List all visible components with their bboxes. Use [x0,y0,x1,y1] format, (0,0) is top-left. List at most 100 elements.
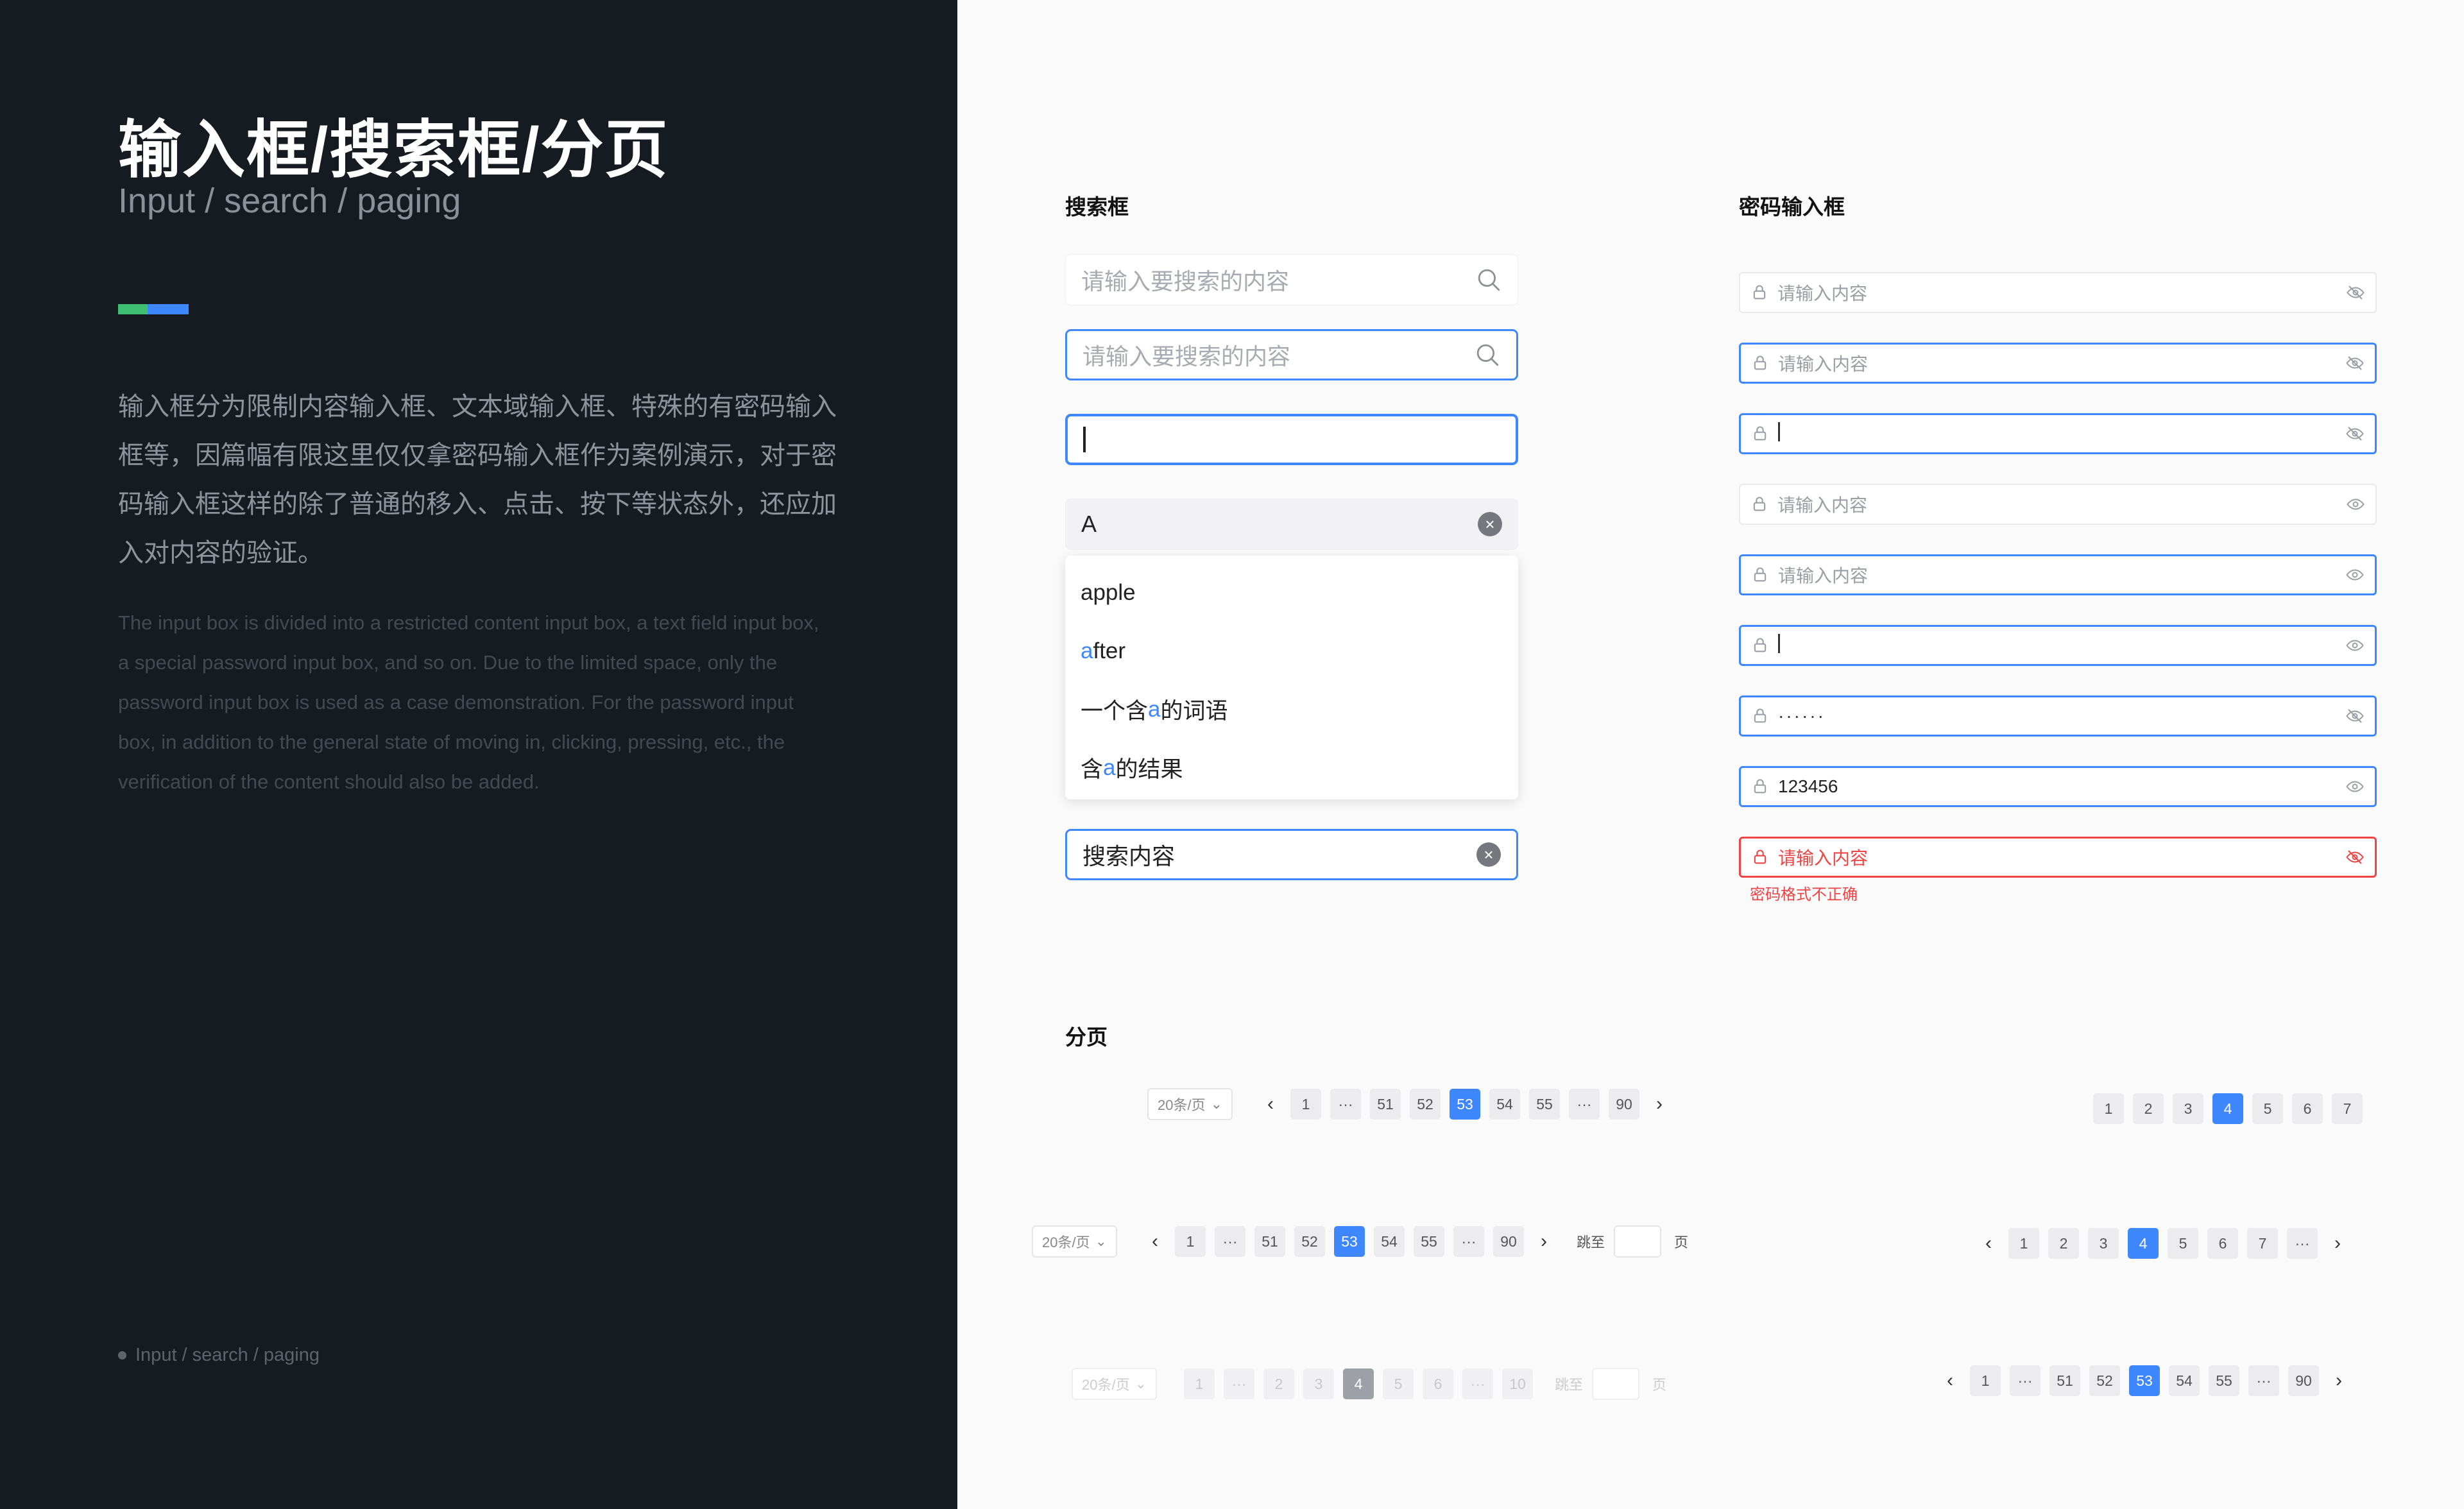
password-placeholder: 请输入内容 [1778,354,1869,374]
page-item[interactable]: 3 [2173,1093,2203,1124]
page-item[interactable]: 4 [1343,1368,1374,1399]
eye-off-icon[interactable] [2345,424,2365,443]
password-input-idle-visible[interactable]: 请输入内容 [1739,484,2377,525]
prev-page-button[interactable]: ‹ [1939,1365,1961,1396]
eye-off-icon[interactable] [2345,706,2365,726]
search-input-typing[interactable]: A × [1065,499,1518,550]
clear-icon[interactable]: × [1476,842,1501,867]
page-item[interactable]: 1 [1184,1368,1215,1399]
page-size-select[interactable]: 20条/页 ⌄ [1147,1088,1233,1120]
password-input-hover-visible[interactable]: 请输入内容 [1739,554,2377,595]
page-item[interactable]: 90 [1609,1089,1640,1120]
page-item[interactable]: 1 [2008,1228,2039,1259]
suggestion-item[interactable]: 含 a 的结果 [1065,738,1518,797]
next-page-button[interactable]: › [1533,1226,1555,1257]
pagination-simple: 1234567 [2093,1093,2363,1124]
chevron-down-icon: ⌄ [1095,1233,1108,1249]
page-ellipsis[interactable]: ··· [1224,1368,1255,1399]
lock-icon [1754,426,1767,441]
page-item[interactable]: 4 [2212,1093,2243,1124]
password-input-masked[interactable]: ······ [1739,695,2377,737]
page-ellipsis[interactable]: ··· [2010,1365,2041,1396]
page-item[interactable]: 6 [1423,1368,1454,1399]
page-item[interactable]: 10 [1502,1368,1534,1399]
page-ellipsis[interactable]: ··· [1330,1089,1362,1120]
page-item[interactable]: 54 [2169,1365,2200,1396]
page-item[interactable]: 53 [1450,1089,1481,1120]
eye-icon[interactable] [2346,495,2365,514]
next-page-button[interactable]: › [1648,1089,1670,1120]
page-item[interactable]: 3 [2088,1228,2119,1259]
search-input-filled[interactable]: 搜索内容 × [1065,829,1518,880]
jump-page-input[interactable] [1592,1368,1640,1400]
eye-icon[interactable] [2345,565,2365,584]
page-item[interactable]: 5 [2252,1093,2283,1124]
clear-icon[interactable]: × [1478,512,1502,536]
page-item[interactable]: 52 [2089,1365,2120,1396]
page-item[interactable]: 2 [2048,1228,2079,1259]
page-item[interactable]: 6 [2207,1228,2238,1259]
page-item[interactable]: 5 [1383,1368,1414,1399]
page-item[interactable]: 7 [2247,1228,2278,1259]
page-item[interactable]: 54 [1374,1226,1405,1257]
prev-page-button[interactable]: ‹ [1260,1089,1281,1120]
password-input-error[interactable]: 请输入内容 [1739,837,2377,878]
page-item[interactable]: 53 [2129,1365,2160,1396]
page-size-select[interactable]: 20条/页 ⌄ [1032,1225,1118,1258]
page-item[interactable]: 55 [2209,1365,2239,1396]
page-ellipsis[interactable]: ··· [1453,1226,1485,1257]
page-ellipsis[interactable]: ··· [2248,1365,2279,1396]
search-input-focused[interactable] [1065,414,1518,465]
page-item[interactable]: 51 [1254,1226,1286,1257]
eye-off-icon[interactable] [2345,848,2365,867]
next-page-button[interactable]: › [2327,1228,2348,1259]
suggestion-item[interactable]: a fter [1065,622,1518,680]
page-item[interactable]: 1 [1175,1226,1206,1257]
page-size-select[interactable]: 20条/页 ⌄ [1072,1368,1158,1400]
password-input-revealed[interactable]: 123456 [1739,766,2377,807]
page-item[interactable]: 7 [2332,1093,2363,1124]
next-page-button[interactable]: › [2328,1365,2350,1396]
jump-page-input[interactable] [1614,1225,1662,1258]
password-input-hover[interactable]: 请输入内容 [1739,343,2377,384]
password-input-focused[interactable] [1739,413,2377,454]
page-item[interactable]: 55 [1414,1226,1445,1257]
page-item[interactable]: 52 [1410,1089,1441,1120]
prev-page-button[interactable]: ‹ [1978,1228,1999,1259]
eye-icon[interactable] [2345,636,2365,655]
page-item[interactable]: 53 [1334,1226,1365,1257]
page-item[interactable]: 51 [2049,1365,2080,1396]
eye-icon[interactable] [2345,777,2365,796]
search-icon[interactable] [1474,341,1501,368]
prev-page-button[interactable]: ‹ [1144,1226,1166,1257]
page-item[interactable]: 2 [1263,1368,1295,1399]
password-input-idle[interactable]: 请输入内容 [1739,272,2377,313]
pagination-simple-arrows: ‹ 1 2 3 4 5 6 7 ··· › [1978,1228,2348,1259]
page-item[interactable]: 1 [1970,1365,2001,1396]
eye-off-icon[interactable] [2345,354,2365,373]
suggestion-item[interactable]: apple [1065,563,1518,622]
suggestion-item[interactable]: 一个含 a 的词语 [1065,680,1518,738]
page-item[interactable]: 1 [2093,1093,2124,1124]
page-item[interactable]: 55 [1529,1089,1561,1120]
page-item[interactable]: 90 [2288,1365,2319,1396]
search-input-hover[interactable]: 请输入要搜索的内容 [1065,329,1518,380]
page-item[interactable]: 2 [2133,1093,2164,1124]
page-item[interactable]: 4 [2128,1228,2159,1259]
password-input-focused-visible[interactable] [1739,625,2377,666]
search-icon[interactable] [1475,266,1502,293]
page-ellipsis[interactable]: ··· [1215,1226,1246,1257]
page-item[interactable]: 52 [1294,1226,1326,1257]
eye-off-icon[interactable] [2346,283,2365,302]
page-item[interactable]: 90 [1493,1226,1525,1257]
page-item[interactable]: 3 [1303,1368,1335,1399]
page-item[interactable]: 6 [2292,1093,2323,1124]
page-ellipsis[interactable]: ··· [1569,1089,1600,1120]
page-ellipsis[interactable]: ··· [1462,1368,1494,1399]
page-item[interactable]: 54 [1489,1089,1521,1120]
page-item[interactable]: 51 [1370,1089,1401,1120]
page-item[interactable]: 1 [1290,1089,1322,1120]
page-item[interactable]: 5 [2168,1228,2198,1259]
page-ellipsis[interactable]: ··· [2287,1228,2318,1259]
search-input-idle[interactable]: 请输入要搜索的内容 [1065,254,1518,305]
